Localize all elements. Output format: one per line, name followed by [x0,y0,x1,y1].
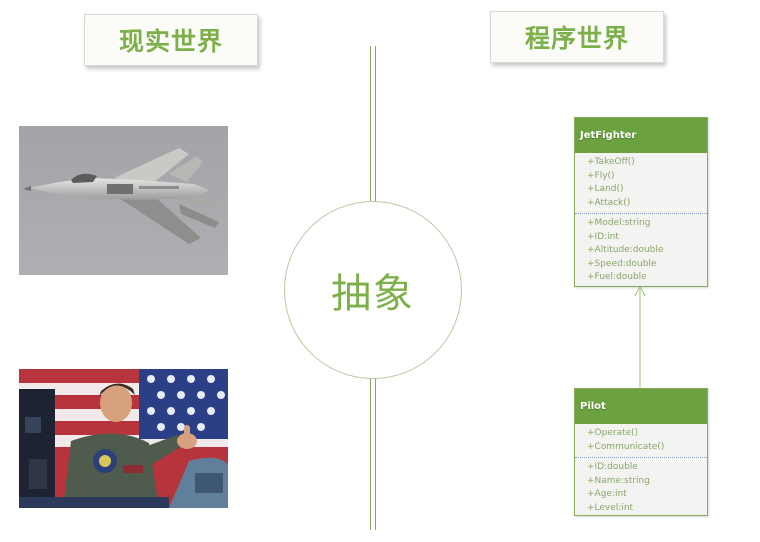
uml-method: +Land() [587,184,624,194]
uml-class-jetfighter: JetFighter +TakeOff() +Fly() +Land() +At… [574,117,708,287]
uml-class-name: Pilot [575,389,707,424]
program-world-title-text: 程序世界 [524,24,629,53]
uml-method: +TakeOff() [587,157,635,167]
abstraction-label: 抽象 [331,271,415,317]
uml-attribute: +Age:int [587,489,627,499]
uml-method: +Operate() [587,428,639,438]
jet-fighter-photo [19,126,228,275]
uml-methods: +Operate() +Communicate() [575,424,707,457]
uml-class-name: JetFighter [575,118,707,153]
divider-line-top [370,46,376,201]
uml-attributes: +Model:string +ID:int +Altitude:double +… [575,213,707,288]
real-world-title-text: 现实世界 [118,27,223,56]
divider-line-bottom [370,378,376,530]
uml-methods: +TakeOff() +Fly() +Land() +Attack() [575,153,707,213]
pilot-photo [19,369,228,508]
uml-attribute: +Speed:double [587,258,657,269]
uml-method: +Communicate() [587,441,665,452]
uml-attribute: +Model:string [587,218,651,228]
uml-class-pilot: Pilot +Operate() +Communicate() +ID:doub… [574,388,708,516]
uml-attribute: +Altitude:double [587,245,664,255]
association-arrow [634,284,646,389]
uml-attributes: +ID:double +Name:string +Age:int +Level:… [575,457,707,518]
uml-method: +Fly() [587,170,615,181]
uml-attribute: +Name:string [587,475,650,486]
real-world-title: 现实世界 [84,14,258,66]
uml-method: +Attack() [587,197,631,208]
uml-attribute: +ID:int [587,231,619,242]
uml-attribute: +Level:int [587,502,634,513]
program-world-title: 程序世界 [490,11,664,63]
uml-attribute: +ID:double [587,462,638,472]
abstraction-circle: 抽象 [284,201,462,379]
